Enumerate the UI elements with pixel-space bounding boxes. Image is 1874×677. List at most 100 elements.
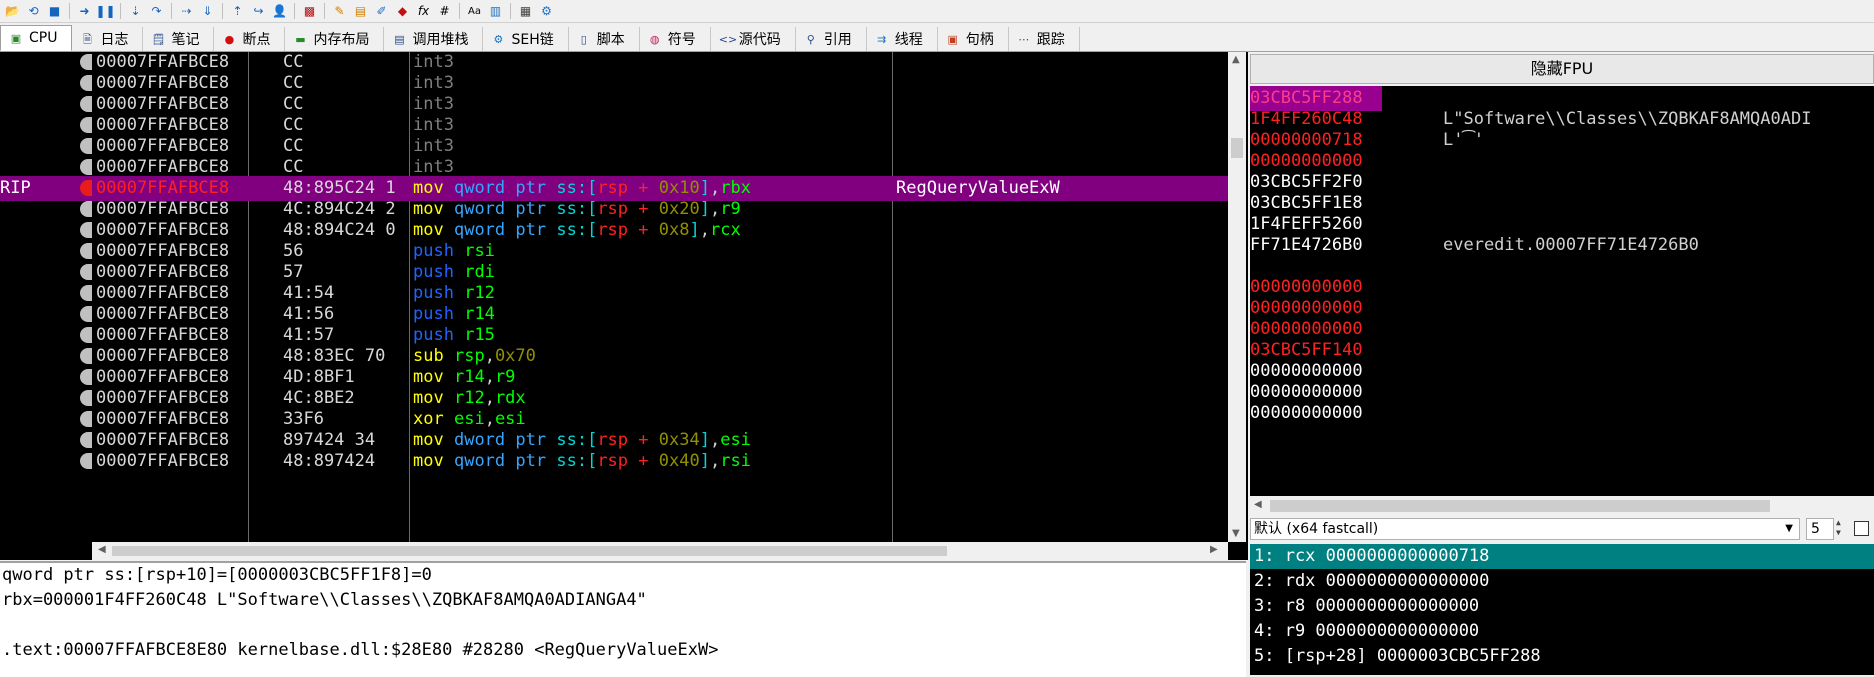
patch-icon[interactable]: ▩ — [301, 3, 318, 20]
tab-10[interactable]: ⚲ 引用 — [796, 27, 867, 51]
comment-icon[interactable]: ✎ — [331, 3, 348, 20]
breakpoint-marker-icon[interactable] — [80, 306, 92, 322]
tab-13[interactable]: ⋯ 跟踪 — [1009, 27, 1080, 51]
bookmark-icon[interactable]: ✐ — [373, 3, 390, 20]
arguments-view[interactable]: 1: rcx 0000000000000718 2: rdx 000000000… — [1250, 544, 1874, 675]
scroll-thumb[interactable] — [1270, 500, 1770, 512]
disasm-row[interactable]: 00007FFAFBCE8 48:897424 mov qword ptr ss:[… — [0, 449, 1228, 474]
bytes-cell[interactable]: 48:897424 — [283, 449, 408, 474]
text-icon[interactable]: ▥ — [487, 3, 504, 20]
breakpoint-marker-icon[interactable] — [80, 159, 92, 175]
breakpoint-marker-icon[interactable] — [80, 222, 92, 238]
run-icon[interactable]: ➜ — [76, 3, 93, 20]
scroll-left-icon[interactable]: ◀ — [98, 544, 106, 555]
instruction-cell[interactable]: mov qword ptr ss:[rsp + 0x40],rsi — [413, 449, 889, 474]
address-cell[interactable]: 00007FFAFBCE8 — [96, 449, 246, 474]
breakpoint-marker-icon[interactable] — [80, 411, 92, 427]
script-icon[interactable]: 👤 — [271, 3, 288, 20]
function-icon[interactable]: fx — [415, 3, 432, 20]
font-icon[interactable]: Aa — [466, 3, 483, 20]
breakpoint-marker-icon[interactable] — [80, 75, 92, 91]
breakpoint-marker-icon[interactable] — [80, 117, 92, 133]
breakpoint-marker-icon[interactable] — [80, 348, 92, 364]
trace-into-icon[interactable]: ⇢ — [178, 3, 195, 20]
tab-9[interactable]: <> 源代码 — [711, 27, 796, 51]
call-convention-select[interactable]: 默认 (x64 fastcall) ▼ — [1250, 518, 1800, 540]
breakpoint-marker-icon[interactable] — [80, 453, 92, 469]
breakpoint-marker-icon[interactable] — [80, 96, 92, 112]
instruction-token: 0x40 — [658, 451, 700, 471]
tab-3[interactable]: ● 断点 — [214, 27, 286, 51]
breakpoint-marker-icon[interactable] — [80, 54, 92, 70]
restart-icon[interactable]: ⟲ — [25, 3, 42, 20]
register-view[interactable]: 03CBC5FF288 1F4FF260C48 L"Software\\Classe… — [1250, 86, 1874, 496]
breakpoint-marker-icon[interactable] — [80, 369, 92, 385]
breakpoint-marker-icon[interactable] — [80, 180, 92, 196]
breakpoint-marker-icon[interactable] — [80, 243, 92, 259]
calculator-icon[interactable]: ▦ — [517, 3, 534, 20]
arg-count-stepper[interactable]: ▲ ▼ — [1836, 518, 1850, 540]
breakpoint-marker-icon[interactable] — [80, 201, 92, 217]
tab-2[interactable]: 🗒 笔记 — [143, 27, 215, 51]
scroll-down-icon[interactable]: ▼ — [1232, 528, 1240, 539]
breakpoint-marker-icon[interactable] — [80, 432, 92, 448]
instruction-token: ss: — [556, 220, 588, 240]
scroll-thumb[interactable] — [1231, 138, 1243, 158]
tab-6[interactable]: ⚙ SEH链 — [483, 27, 569, 51]
label-icon[interactable]: ▤ — [352, 3, 369, 20]
run-to-user-code-icon[interactable]: ↪ — [250, 3, 267, 20]
tab-label: 内存布局 — [313, 32, 370, 48]
tab-5[interactable]: ▤ 调用堆栈 — [384, 27, 484, 51]
scroll-left-icon[interactable]: ◀ — [1254, 499, 1262, 510]
argument-row[interactable]: 5: [rsp+28] 0000003CBC5FF288 — [1250, 644, 1874, 669]
argument-row[interactable]: 2: rdx 0000000000000000 — [1250, 569, 1874, 594]
tab-label: 断点 — [242, 32, 271, 48]
argument-row[interactable]: 3: r8 0000000000000000 — [1250, 594, 1874, 619]
instruction-token: esi — [494, 409, 526, 429]
settings-icon[interactable]: ⚙ — [538, 3, 555, 20]
open-icon[interactable]: 📂 — [4, 3, 21, 20]
instruction-token: r12 — [464, 283, 495, 303]
step-over-icon[interactable]: ↷ — [148, 3, 165, 20]
stop-icon[interactable]: ■ — [46, 3, 63, 20]
toolbar-separator — [324, 3, 325, 19]
toggle-fpu-button[interactable]: 隐藏FPU — [1250, 54, 1874, 84]
execute-till-return-icon[interactable]: ⇡ — [229, 3, 246, 20]
argument-row[interactable]: 1: rcx 0000000000000718 — [1250, 544, 1874, 569]
instruction-token: + — [628, 430, 659, 450]
lock-checkbox[interactable] — [1854, 521, 1869, 536]
tab-8[interactable]: ◍ 符号 — [640, 27, 711, 51]
hash-label-icon[interactable]: # — [436, 3, 453, 20]
tab-11[interactable]: ⇉ 线程 — [867, 27, 938, 51]
tab-12[interactable]: ▣ 句柄 — [938, 27, 1009, 51]
breakpoint-marker-icon[interactable] — [80, 285, 92, 301]
breakpoint-marker-icon[interactable] — [80, 327, 92, 343]
scroll-up-icon[interactable]: ▲ — [1232, 54, 1240, 65]
breakpoint-marker-icon[interactable] — [80, 390, 92, 406]
arg-count-input[interactable]: 5 — [1806, 518, 1834, 540]
scroll-right-icon[interactable]: ▶ — [1210, 544, 1218, 555]
disasm-horizontal-scrollbar[interactable]: ◀ ▶ — [92, 542, 1228, 560]
register-value[interactable]: 00000000000 — [1250, 400, 1382, 426]
instruction-token: 0x70 — [494, 346, 536, 366]
register-horizontal-scrollbar[interactable]: ◀ — [1250, 496, 1874, 516]
disasm-vertical-scrollbar[interactable]: ▲ ▼ — [1228, 52, 1246, 542]
argument-row[interactable]: 4: r9 0000000000000000 — [1250, 619, 1874, 644]
scroll-thumb[interactable] — [112, 546, 947, 556]
tab-4[interactable]: ▬ 内存布局 — [285, 27, 385, 51]
chevron-down-icon[interactable]: ▼ — [1785, 519, 1793, 539]
tab-7[interactable]: ▯ 脚本 — [569, 27, 640, 51]
trace-over-icon[interactable]: ⇓ — [199, 3, 216, 20]
breakpoint-marker-icon[interactable] — [80, 264, 92, 280]
tab-1[interactable]: 🗎 日志 — [72, 27, 144, 51]
instruction-token: 0x34 — [658, 430, 700, 450]
register-value[interactable]: FF71E4726B0 — [1250, 232, 1382, 258]
source-icon: <> — [718, 32, 738, 46]
pause-icon[interactable]: ❚❚ — [95, 3, 115, 20]
hash-icon[interactable]: ◆ — [394, 3, 411, 20]
breakpoint-marker-icon[interactable] — [80, 138, 92, 154]
disassembly-view[interactable]: 00007FFAFBCE8 CC int3 00007FFAFBCE8 CC int3 00… — [0, 52, 1248, 560]
tab-0[interactable]: ▣ CPU — [0, 25, 73, 51]
step-into-icon[interactable]: ⇣ — [127, 3, 144, 20]
instruction-token: [ — [587, 178, 598, 198]
